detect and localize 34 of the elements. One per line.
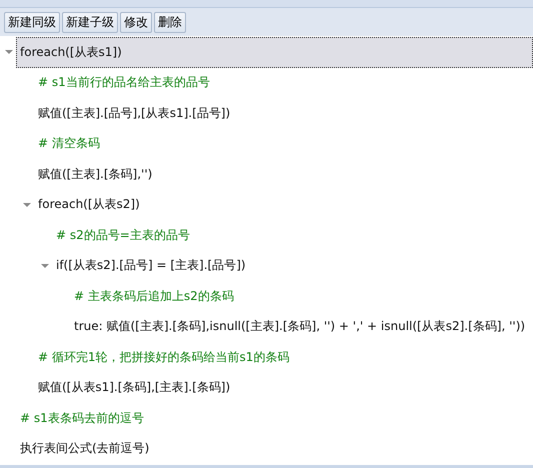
comment-text: # s1表条码去前的逗号: [20, 410, 144, 427]
toolbar-button[interactable]: 修改: [120, 12, 152, 32]
tree-row[interactable]: # 主表条码后追加上s2的条码: [0, 281, 533, 312]
tree-row[interactable]: # s2的品号=主表的品号: [0, 220, 533, 250]
tree-row[interactable]: # s1表条码去前的逗号: [0, 403, 533, 434]
comment-text: # 主表条码后追加上s2的条码: [74, 288, 234, 305]
comment-text: # 清空条码: [38, 135, 100, 152]
code-text: if([从表s2].[品号] = [主表].[品号]): [56, 257, 246, 274]
comment-text: # 循环完1轮，把拼接好的条码给当前s1的条码: [38, 348, 290, 366]
toolbar-button[interactable]: 删除: [154, 12, 186, 32]
collapse-arrow-icon[interactable]: [23, 202, 31, 208]
code-text: 执行表间公式(去前逗号): [20, 440, 150, 458]
comment-text: # s2的品号=主表的品号: [56, 226, 190, 244]
tree-row[interactable]: # 清空条码: [0, 128, 533, 159]
code-text: foreach([从表s2]): [38, 196, 140, 214]
code-text: true: 赋值([主表].[条码],isnull([主表].[条码], '') + ',' + isnull([从表s2].[条码], '')): [74, 318, 526, 336]
toolbar-button[interactable]: 新建子级: [62, 12, 118, 32]
tree-row[interactable]: if([从表s2].[品号] = [主表].[品号]): [0, 250, 533, 281]
code-text: foreach([从表s1]): [20, 44, 122, 61]
comment-text: # s1当前行的品名给主表的品号: [38, 74, 210, 92]
code-text: 赋值([主表].[条码],''): [38, 166, 152, 183]
collapse-arrow-icon[interactable]: [41, 262, 49, 269]
tree-row[interactable]: # 循环完1轮，把拼接好的条码给当前s1的条码: [0, 342, 533, 372]
code-text: 赋值([主表].[品号],[从表s1].[品号]): [38, 104, 230, 122]
tree-row[interactable]: 赋值([主表].[条码],''): [0, 159, 533, 190]
tree-row[interactable]: 执行表间公式(去前逗号): [0, 434, 533, 464]
tree-row[interactable]: true: 赋值([主表].[条码],isnull([主表].[条码], '') + ',' + isnull([从表s2].[条码], '')): [0, 312, 533, 342]
toolbar-button[interactable]: 新建同级: [4, 12, 60, 32]
code-text: 赋值([从表s1].[条码],[主表].[条码]): [38, 379, 230, 396]
collapse-arrow-icon[interactable]: [5, 49, 13, 56]
tree-row[interactable]: 赋值([主表].[品号],[从表s1].[品号]): [0, 98, 533, 128]
tree-row[interactable]: # s1当前行的品名给主表的品号: [0, 68, 533, 98]
tree-row[interactable]: 赋值([从表s1].[条码],[主表].[条码]): [0, 372, 533, 403]
tree-row[interactable]: foreach([从表s2]): [0, 190, 533, 220]
